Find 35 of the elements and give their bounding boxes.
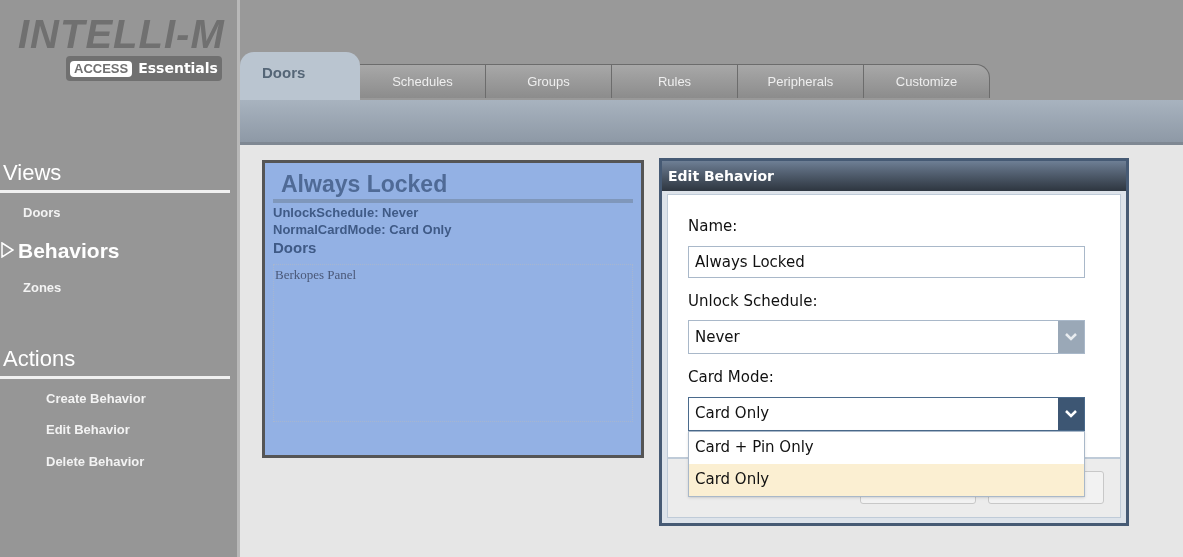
logo-badge: ACCESS	[70, 60, 133, 77]
name-field[interactable]: Always Locked	[688, 245, 1085, 278]
sidebar-item[interactable]: Doors	[18, 203, 61, 223]
door-item[interactable]: Berkopes Panel	[275, 264, 632, 284]
tab[interactable]: Peripherals	[738, 64, 864, 98]
sidebar-item[interactable]: Zones	[18, 278, 62, 298]
sidebar-item[interactable]: Behaviors	[18, 234, 120, 266]
section-heading: Actions	[0, 341, 230, 379]
dropdown-option[interactable]: Card + Pin Only	[689, 431, 1084, 464]
chevron-down-icon	[1065, 409, 1077, 418]
tab[interactable]: Groups	[486, 64, 612, 98]
triangle-right-icon	[1, 242, 14, 259]
sidebar-action[interactable]: Create Behavior	[0, 388, 237, 408]
card-detail: UnlockSchedule: Never	[273, 205, 420, 220]
chevron-down-icon	[1065, 333, 1077, 341]
card-detail: NormalCardMode: Card Only	[273, 222, 453, 237]
field-label: Unlock Schedule:	[688, 290, 819, 312]
select-field[interactable]: Never	[688, 320, 1085, 354]
field-label: Name:	[688, 216, 739, 237]
select-value: Never	[694, 326, 741, 348]
tab[interactable]: Customize	[864, 64, 990, 98]
tab[interactable]: Schedules	[360, 64, 486, 98]
sidebar-action[interactable]: Delete Behavior	[0, 451, 237, 471]
logo-subtitle: Essentials	[138, 59, 218, 78]
select-field[interactable]: Card Only	[688, 396, 1085, 431]
card-title: Always Locked	[273, 169, 633, 203]
tab[interactable]: Rules	[612, 64, 738, 98]
field-label: Card Mode:	[688, 367, 775, 388]
sidebar-action[interactable]: Edit Behavior	[0, 420, 237, 440]
doors-heading: Doors	[273, 238, 318, 258]
dropdown-option[interactable]: Card Only	[689, 463, 1084, 496]
select-value: Card Only	[694, 403, 771, 425]
dialog-title: Edit Behavior	[662, 161, 1126, 191]
tab[interactable]: Doors	[240, 52, 360, 100]
section-heading: Views	[0, 156, 230, 193]
